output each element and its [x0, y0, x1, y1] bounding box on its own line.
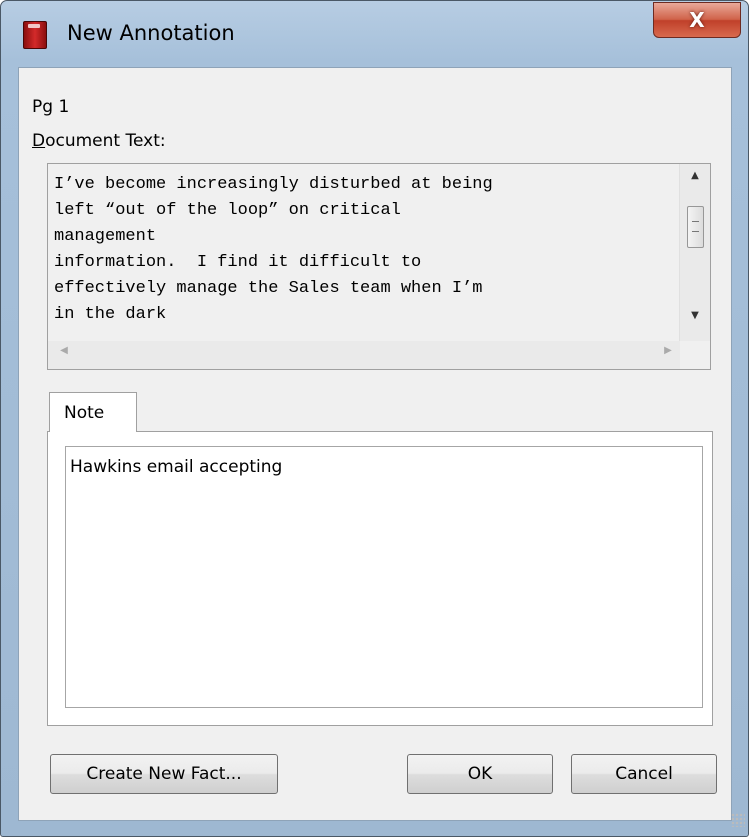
scroll-up-icon[interactable]: ▲ [680, 170, 710, 194]
document-text-label: Document Text: [32, 131, 166, 151]
scroll-thumb[interactable] [687, 206, 704, 248]
close-button[interactable]: X [653, 2, 741, 38]
document-label-mnemonic: D [32, 131, 46, 151]
app-book-icon [23, 21, 47, 49]
page-label: Pg 1 [32, 97, 70, 117]
scrollbar-corner [680, 341, 710, 369]
title-bar[interactable]: New Annotation X [1, 1, 748, 67]
vertical-scrollbar[interactable]: ▲ ▼ [679, 164, 710, 342]
note-textarea[interactable]: Hawkins email accepting [65, 446, 703, 708]
document-text: I’ve become increasingly disturbed at be… [54, 175, 493, 324]
resize-grip-icon[interactable] [731, 813, 745, 827]
cancel-button[interactable]: Cancel [571, 754, 717, 794]
ok-button[interactable]: OK [407, 754, 553, 794]
horizontal-scrollbar[interactable]: ◀ ▶ [48, 341, 681, 369]
scroll-left-icon[interactable]: ◀ [54, 345, 74, 365]
tab-note[interactable]: Note [49, 392, 137, 432]
document-label-rest: ocument Text: [45, 131, 166, 151]
document-text-box[interactable]: I’ve become increasingly disturbed at be… [47, 163, 711, 370]
window-title: New Annotation [67, 21, 235, 45]
scroll-right-icon[interactable]: ▶ [658, 345, 678, 365]
scroll-down-icon[interactable]: ▼ [680, 310, 710, 334]
create-new-fact-button[interactable]: Create New Fact... [50, 754, 278, 794]
